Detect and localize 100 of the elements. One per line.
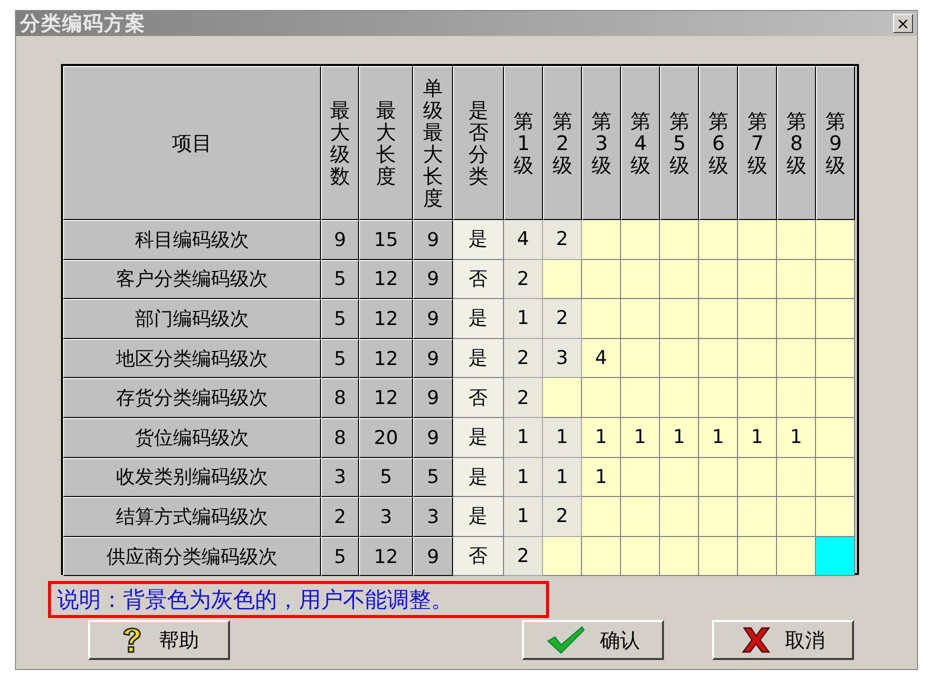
table-cell[interactable]	[621, 458, 660, 498]
table-cell[interactable]	[621, 536, 660, 576]
table-cell[interactable]: 2	[504, 260, 543, 300]
table-cell[interactable]: 否	[453, 378, 504, 418]
table-cell[interactable]	[699, 458, 738, 498]
table-cell[interactable]	[777, 536, 816, 576]
table-cell[interactable]	[621, 378, 660, 418]
table-cell[interactable]	[699, 497, 738, 537]
table-cell[interactable]: 是	[453, 220, 504, 260]
table-cell[interactable]	[738, 220, 777, 260]
cancel-button[interactable]: 取消	[712, 620, 854, 660]
confirm-button[interactable]: 确认	[522, 620, 664, 660]
table-cell[interactable]	[699, 220, 738, 260]
table-cell[interactable]	[621, 299, 660, 339]
table-cell[interactable]: 1	[504, 418, 543, 458]
table-cell[interactable]	[582, 260, 621, 300]
table-cell[interactable]	[582, 497, 621, 537]
close-button[interactable]: ×	[893, 14, 913, 33]
table-cell[interactable]: 2	[543, 497, 582, 537]
table-cell[interactable]: 1	[504, 458, 543, 498]
table-cell[interactable]	[777, 338, 816, 378]
table-cell[interactable]: 是	[453, 338, 504, 378]
table-cell[interactable]	[660, 299, 699, 339]
table-cell: 地区分类编码级次	[63, 338, 321, 378]
table-cell[interactable]: 是	[453, 458, 504, 498]
help-button[interactable]: 帮助	[88, 620, 230, 660]
table-cell[interactable]	[660, 536, 699, 576]
table-cell[interactable]: 1	[504, 497, 543, 537]
table-cell[interactable]	[738, 497, 777, 537]
table-cell[interactable]	[660, 458, 699, 498]
table-cell[interactable]	[621, 497, 660, 537]
table-cell[interactable]	[816, 378, 855, 418]
table-cell[interactable]: 否	[453, 536, 504, 576]
table-cell[interactable]	[777, 458, 816, 498]
column-header: 第1级	[504, 66, 543, 220]
table-cell[interactable]	[582, 220, 621, 260]
table-cell[interactable]	[816, 299, 855, 339]
table-cell[interactable]	[660, 497, 699, 537]
table-cell[interactable]	[699, 299, 738, 339]
table-cell[interactable]: 2	[504, 378, 543, 418]
table-cell[interactable]	[777, 299, 816, 339]
table-cell[interactable]	[738, 458, 777, 498]
table-cell[interactable]	[621, 220, 660, 260]
table-cell[interactable]: 是	[453, 418, 504, 458]
table-cell[interactable]	[582, 299, 621, 339]
table-cell[interactable]: 1	[543, 418, 582, 458]
table-cell[interactable]: 1	[699, 418, 738, 458]
table-cell[interactable]: 1	[582, 458, 621, 498]
table-cell: 5	[321, 299, 359, 339]
table-cell[interactable]: 4	[504, 220, 543, 260]
table-cell[interactable]: 1	[504, 299, 543, 339]
table-cell[interactable]	[621, 260, 660, 300]
table-cell[interactable]	[660, 338, 699, 378]
table-cell[interactable]	[621, 338, 660, 378]
table-cell[interactable]	[543, 536, 582, 576]
table-cell[interactable]: 2	[504, 536, 543, 576]
table-cell[interactable]	[699, 536, 738, 576]
table-cell[interactable]: 是	[453, 299, 504, 339]
table-cell[interactable]: 2	[504, 338, 543, 378]
table-cell[interactable]	[543, 260, 582, 300]
table-cell[interactable]: 1	[582, 418, 621, 458]
table-cell[interactable]: 1	[543, 458, 582, 498]
table-cell[interactable]: 1	[660, 418, 699, 458]
table-cell[interactable]	[816, 536, 855, 576]
table-cell[interactable]: 1	[777, 418, 816, 458]
table-cell[interactable]: 否	[453, 260, 504, 300]
table-cell[interactable]: 2	[543, 299, 582, 339]
table-cell[interactable]	[816, 338, 855, 378]
table-cell[interactable]	[738, 536, 777, 576]
table-cell[interactable]	[660, 260, 699, 300]
table-cell[interactable]	[777, 497, 816, 537]
table-cell[interactable]	[699, 260, 738, 300]
table-cell[interactable]	[777, 260, 816, 300]
table-cell: 存货分类编码级次	[63, 378, 321, 418]
table-cell[interactable]	[543, 378, 582, 418]
table-cell[interactable]	[582, 378, 621, 418]
table-cell[interactable]: 3	[543, 338, 582, 378]
table-cell[interactable]: 1	[738, 418, 777, 458]
table-cell[interactable]: 2	[543, 220, 582, 260]
table-cell[interactable]	[816, 497, 855, 537]
table-cell[interactable]	[660, 378, 699, 418]
table-cell[interactable]	[816, 220, 855, 260]
table-cell[interactable]	[699, 378, 738, 418]
table-cell[interactable]: 4	[582, 338, 621, 378]
table-cell[interactable]	[660, 220, 699, 260]
table-cell[interactable]	[816, 260, 855, 300]
table-cell[interactable]	[738, 338, 777, 378]
table-cell[interactable]	[816, 418, 855, 458]
table-cell: 12	[359, 378, 413, 418]
table-cell[interactable]	[816, 458, 855, 498]
table-cell[interactable]	[582, 536, 621, 576]
table-cell[interactable]: 是	[453, 497, 504, 537]
table-cell[interactable]	[738, 260, 777, 300]
table-cell[interactable]	[738, 378, 777, 418]
table-cell[interactable]	[777, 378, 816, 418]
table-cell[interactable]: 1	[621, 418, 660, 458]
table-cell[interactable]	[777, 220, 816, 260]
table-cell[interactable]	[738, 299, 777, 339]
table-cell[interactable]	[699, 338, 738, 378]
table-cell: 2	[321, 497, 359, 537]
